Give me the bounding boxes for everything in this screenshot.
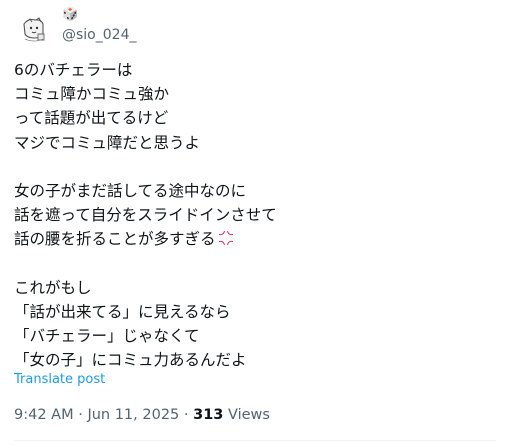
tweet-meta: 9:42 AM · Jun 11, 2025 · 313 Views xyxy=(14,407,270,423)
tweet-line: コミュ障かコミュ強か xyxy=(14,85,170,104)
avatar[interactable] xyxy=(14,10,54,50)
anger-symbol-icon xyxy=(217,229,235,247)
tweet-line-with-emoji: 話の腰を折ることが多すぎる xyxy=(14,227,494,251)
divider xyxy=(14,440,496,441)
tweet-line: これがもし xyxy=(14,278,92,297)
tweet-line: 「女の子」にコミュ力あるんだよ xyxy=(14,351,247,370)
views-label: Views xyxy=(223,407,270,423)
timestamp-date[interactable]: Jun 11, 2025 xyxy=(87,407,179,423)
tweet-line: って話題が出てるけど xyxy=(14,109,169,128)
tweet-line xyxy=(14,155,494,179)
tweet-line: 「話が出来てる」に見えるなら xyxy=(14,302,231,321)
tweet-line: 話を遮って自分をスライドインさせて xyxy=(14,206,277,225)
tweet-line: 「バチェラー」じゃなくて xyxy=(14,327,200,346)
views-count[interactable]: 313 xyxy=(193,407,223,423)
meta-separator: · xyxy=(179,407,194,423)
display-name[interactable]: 🎲 xyxy=(62,6,136,24)
user-handle[interactable]: @sio_024_ xyxy=(62,26,136,44)
tweet-line: 6のバチェラーは xyxy=(14,61,133,79)
translate-post-link[interactable]: Translate post xyxy=(14,372,105,387)
tweet-line: 女の子がまだ話してる途中なのに xyxy=(14,181,247,200)
tweet-line xyxy=(14,252,494,276)
tweet-text: 6のバチェラーは コミュ障かコミュ強か って話題が出てるけど マジでコミュ障だと… xyxy=(14,58,494,372)
tweet: 🎲 @sio_024_ 6のバチェラーは コミュ障かコミュ強か って話題が出てる… xyxy=(0,0,510,445)
timestamp-time[interactable]: 9:42 AM xyxy=(14,407,74,423)
tweet-line: マジでコミュ障だと思うよ xyxy=(14,133,201,152)
user-names: 🎲 @sio_024_ xyxy=(62,6,136,44)
meta-separator: · xyxy=(73,407,88,423)
tweet-header: 🎲 @sio_024_ xyxy=(14,6,494,50)
tweet-line-text: 話の腰を折ることが多すぎる xyxy=(14,230,216,249)
avatar-illustration-icon xyxy=(14,10,54,50)
